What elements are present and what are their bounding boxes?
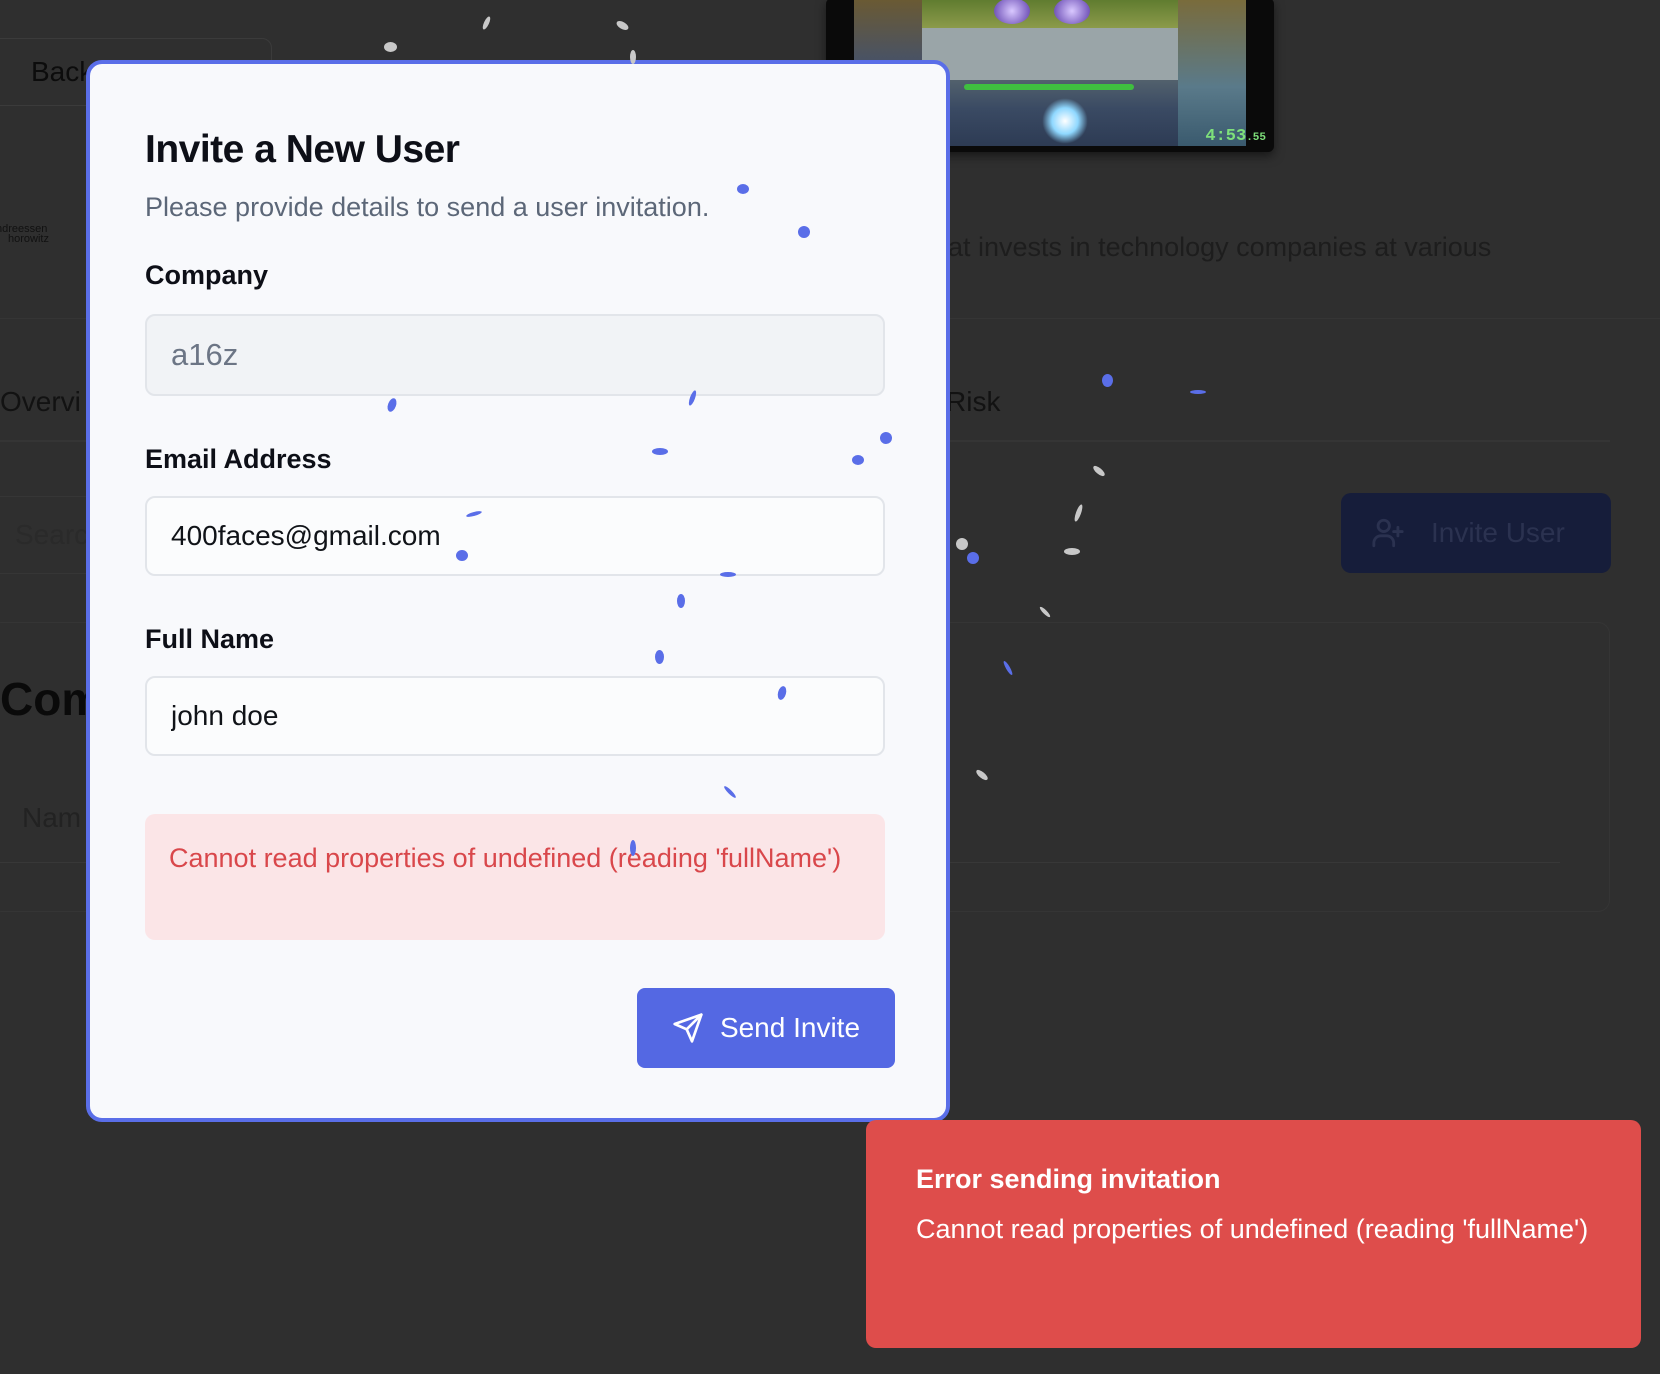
company-label: Company	[145, 260, 269, 290]
tab-overview[interactable]: Overvi	[0, 386, 81, 418]
send-invite-label: Send Invite	[719, 1012, 861, 1043]
tab-risk[interactable]: Risk	[946, 386, 1000, 418]
logo-line-2: horowitz	[8, 233, 49, 245]
video-timer: 4:53.55	[1205, 127, 1266, 146]
video-scene-board	[922, 28, 1178, 80]
modal-title: Invite a New User	[145, 128, 460, 171]
video-time-main: 4:53	[1205, 127, 1247, 146]
invite-user-modal: Invite a New User Please provide details…	[86, 60, 950, 1122]
video-scene-orb	[1054, 0, 1090, 24]
error-toast[interactable]: Error sending invitation Cannot read pro…	[866, 1120, 1641, 1348]
send-invite-button[interactable]: Send Invite	[637, 988, 895, 1068]
company-field	[145, 314, 885, 396]
invite-user-label: Invite User	[1431, 517, 1565, 548]
full-name-field[interactable]	[145, 676, 885, 756]
video-scene-orb	[994, 0, 1030, 24]
video-time-fraction: .55	[1246, 132, 1266, 144]
full-name-label: Full Name	[145, 624, 275, 654]
email-label: Email Address	[145, 444, 332, 474]
video-scene-right	[1178, 0, 1246, 146]
video-scene-bar	[964, 84, 1134, 90]
company-description: at invests in technology companies at va…	[948, 232, 1492, 262]
table-header-name: Nam	[22, 802, 82, 833]
invite-user-button[interactable]: Invite User	[1341, 493, 1611, 573]
toast-title: Error sending invitation	[916, 1164, 1221, 1194]
user-plus-icon	[1372, 518, 1404, 548]
email-field[interactable]	[145, 496, 885, 576]
video-scene-flash	[1042, 98, 1088, 144]
back-button-label: Back	[31, 56, 94, 87]
send-icon	[673, 1013, 703, 1043]
toast-message: Cannot read properties of undefined (rea…	[916, 1214, 1589, 1244]
form-error-message: Cannot read properties of undefined (rea…	[145, 814, 885, 940]
company-logo: ndreessen horowitz	[0, 224, 66, 245]
search-placeholder: Searc	[15, 519, 89, 550]
modal-subtitle: Please provide details to send a user in…	[145, 192, 710, 222]
